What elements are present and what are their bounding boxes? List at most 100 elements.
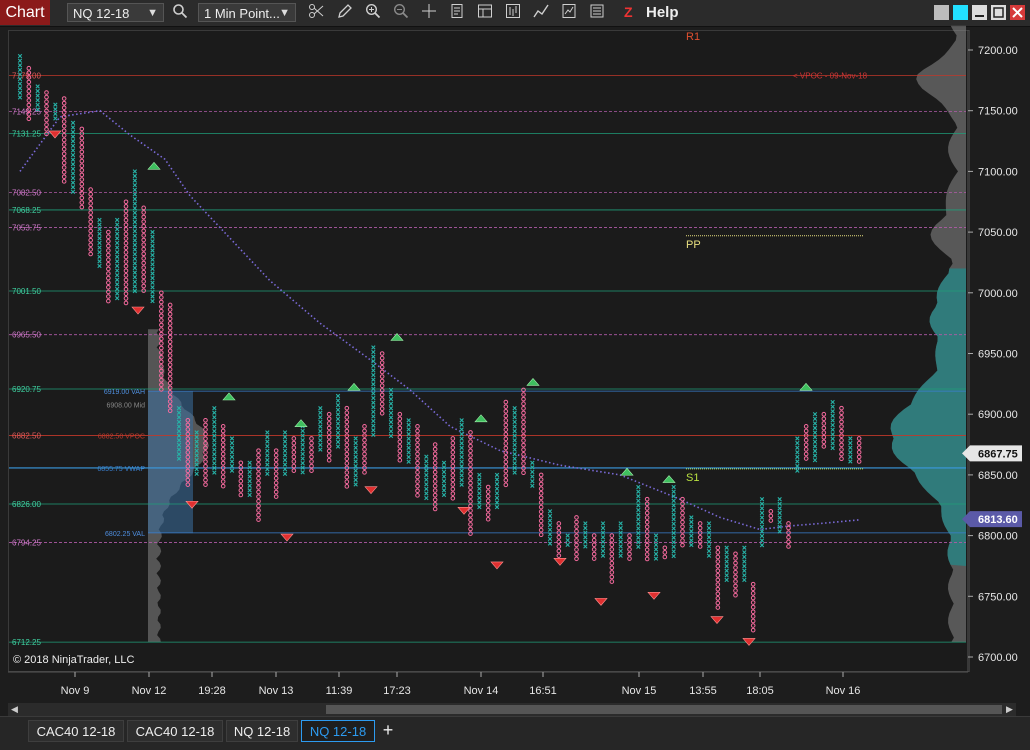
pf-o-box bbox=[715, 605, 721, 610]
tab-cac40-2[interactable]: CAC40 12-18 bbox=[127, 720, 223, 742]
pf-o-box bbox=[521, 396, 526, 402]
pf-x-box bbox=[830, 404, 835, 409]
pf-x-box bbox=[494, 477, 500, 482]
pf-column bbox=[123, 199, 129, 306]
y-tick-label: 6750.00 bbox=[978, 591, 1018, 603]
pf-column bbox=[583, 521, 588, 549]
pf-o-box bbox=[309, 459, 314, 464]
pf-x-box bbox=[689, 524, 694, 529]
chart-canvas[interactable]: 7179.00 < VPOC - 09-Nov-187149.257131.257… bbox=[0, 0, 1030, 702]
tab-nq-1[interactable]: NQ 12-18 bbox=[226, 720, 298, 742]
pf-x-box bbox=[706, 548, 712, 554]
pf-o-box bbox=[609, 565, 615, 571]
pf-o-box bbox=[750, 623, 756, 628]
pf-o-box bbox=[273, 480, 279, 486]
pf-o-box bbox=[538, 481, 544, 487]
pf-x-box bbox=[742, 545, 747, 550]
pf-o-box bbox=[220, 437, 226, 443]
pf-x-box bbox=[671, 498, 676, 504]
pf-o-box bbox=[538, 504, 544, 510]
buy-signal-arrow bbox=[147, 161, 161, 170]
pf-o-box bbox=[167, 330, 173, 335]
pf-o-box bbox=[79, 195, 85, 201]
scrollbar-thumb[interactable] bbox=[326, 705, 1002, 714]
pf-o-box bbox=[256, 512, 261, 518]
pf-o-box bbox=[485, 489, 491, 494]
pf-x-box bbox=[132, 256, 138, 261]
pf-o-box bbox=[273, 457, 279, 463]
scroll-left-icon[interactable]: ◀ bbox=[8, 703, 21, 716]
pf-o-box bbox=[468, 485, 473, 490]
pf-x-box bbox=[229, 450, 235, 455]
pf-o-box bbox=[733, 592, 738, 598]
x-tick-label: 16:51 bbox=[529, 685, 557, 697]
pf-o-box bbox=[79, 177, 85, 182]
pf-x-box bbox=[150, 248, 155, 253]
pf-x-box bbox=[212, 447, 217, 452]
pf-x-box bbox=[424, 472, 429, 478]
pf-o-box bbox=[344, 451, 350, 457]
sell-signal-arrow bbox=[364, 486, 378, 495]
horizontal-scrollbar[interactable]: ◀ ▶ bbox=[8, 703, 1016, 716]
pf-o-box bbox=[159, 359, 164, 365]
pf-x-box bbox=[70, 175, 76, 181]
add-tab-button[interactable]: + bbox=[378, 720, 398, 742]
pf-o-box bbox=[521, 406, 526, 411]
pf-o-box bbox=[556, 534, 562, 540]
pf-column bbox=[662, 545, 668, 560]
copyright-text: © 2018 NinjaTrader, LLC bbox=[13, 654, 135, 666]
pf-o-box bbox=[432, 479, 438, 484]
pf-o-box bbox=[697, 521, 703, 526]
pf-o-box bbox=[291, 449, 297, 455]
pf-x-box bbox=[150, 275, 155, 281]
sell-signal-arrow bbox=[594, 598, 608, 606]
pf-o-box bbox=[644, 515, 650, 520]
pf-x-box bbox=[150, 266, 155, 272]
tab-nq-active[interactable]: NQ 12-18 bbox=[301, 720, 375, 742]
pf-o-box bbox=[123, 291, 129, 297]
pf-o-box bbox=[733, 556, 738, 561]
pf-o-box bbox=[715, 563, 721, 569]
pf-o-box bbox=[432, 492, 438, 498]
scroll-right-icon[interactable]: ▶ bbox=[1003, 703, 1016, 716]
pf-x-box bbox=[565, 542, 570, 547]
pf-o-box bbox=[141, 219, 146, 224]
pf-o-box bbox=[574, 519, 579, 525]
pf-x-box bbox=[17, 63, 23, 68]
pf-o-box bbox=[839, 419, 844, 425]
pf-x-box bbox=[795, 440, 800, 446]
pf-o-box bbox=[362, 424, 367, 429]
pf-o-box bbox=[106, 280, 111, 286]
pf-o-box bbox=[627, 542, 632, 548]
tab-cac40-1[interactable]: CAC40 12-18 bbox=[28, 720, 124, 742]
pf-x-box bbox=[371, 363, 376, 369]
pf-o-box bbox=[521, 442, 526, 448]
profile-label: 6919.00 VAH bbox=[104, 389, 145, 396]
pf-o-box bbox=[141, 283, 146, 289]
pf-o-box bbox=[344, 461, 350, 466]
pf-o-box bbox=[591, 556, 597, 561]
pf-o-box bbox=[450, 468, 456, 473]
pf-o-box bbox=[123, 231, 129, 237]
pf-o-box bbox=[26, 98, 32, 103]
pf-o-box bbox=[106, 298, 111, 304]
pf-x-box bbox=[212, 405, 217, 411]
y-tick-label: 7050.00 bbox=[978, 227, 1018, 239]
pf-x-box bbox=[282, 430, 288, 435]
pf-x-box bbox=[247, 460, 252, 465]
y-tick-label: 7200.00 bbox=[978, 45, 1018, 57]
pf-x-box bbox=[150, 252, 155, 258]
pf-x-box bbox=[441, 460, 447, 465]
pf-x-box bbox=[371, 418, 376, 424]
pf-x-box bbox=[353, 440, 358, 446]
pf-o-box bbox=[803, 451, 809, 457]
pf-x-box bbox=[689, 515, 694, 520]
pf-o-box bbox=[715, 568, 721, 574]
pf-x-box bbox=[830, 418, 835, 423]
pf-x-box bbox=[335, 393, 341, 399]
pf-x-box bbox=[724, 554, 729, 560]
pf-o-box bbox=[203, 477, 208, 483]
y-tick-label: 6700.00 bbox=[978, 652, 1018, 664]
pf-x-box bbox=[229, 436, 235, 441]
pf-x-box bbox=[636, 517, 641, 522]
